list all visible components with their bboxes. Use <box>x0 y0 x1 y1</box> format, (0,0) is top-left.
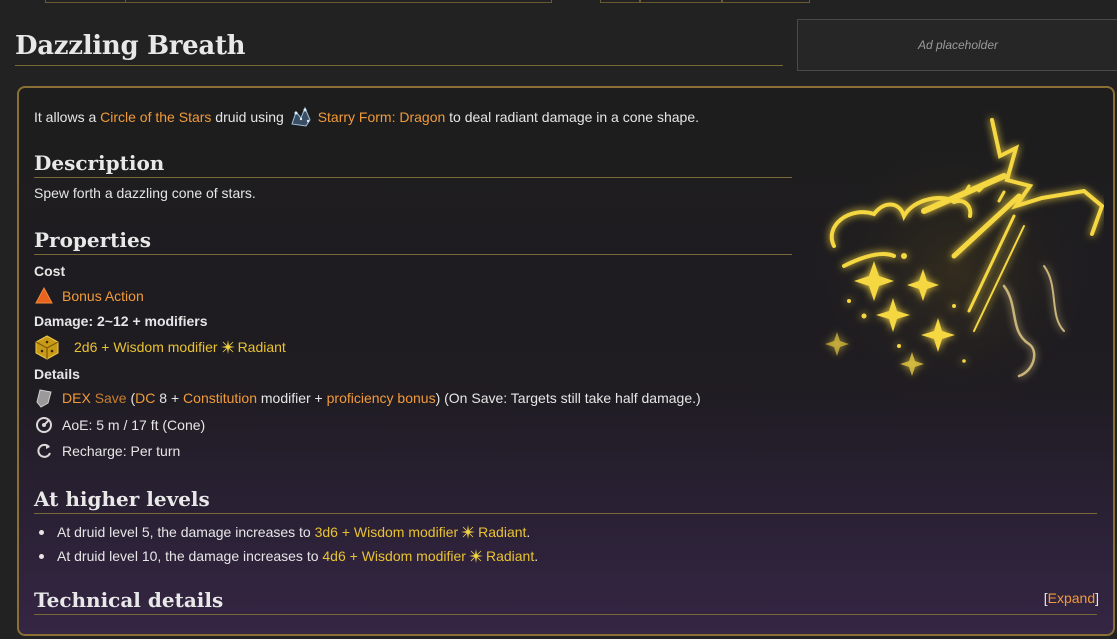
save-rest: ) (On Save: Targets still take half dama… <box>435 390 701 406</box>
radiant-icon <box>461 525 476 539</box>
cost-row: Bonus Action <box>34 286 144 306</box>
recharge-row: Recharge: Per turn <box>34 441 180 461</box>
damage-dice-link[interactable]: 2d6 + Wisdom modifier <box>74 339 218 355</box>
cost-label: Cost <box>34 263 66 279</box>
recharge-icon <box>37 443 51 458</box>
page-title: Dazzling Breath <box>15 31 783 66</box>
nav-tab[interactable] <box>722 0 810 3</box>
level-dice-link[interactable]: 4d6 + Wisdom modifier <box>322 548 466 564</box>
dazzling-breath-icon <box>804 106 1104 406</box>
proficiency-bonus-link[interactable]: proficiency bonus <box>327 390 436 406</box>
level-dice-link[interactable]: 3d6 + Wisdom modifier <box>315 524 459 540</box>
technical-details-heading: Technical details <box>34 588 1097 615</box>
dex-link[interactable]: DEX <box>62 390 91 406</box>
damage-label: Damage: 2~12 + modifiers <box>34 313 208 329</box>
description-heading: Description <box>34 151 792 178</box>
shield-icon <box>36 389 52 408</box>
expand-bracket-close: ] <box>1095 590 1099 606</box>
list-item: At druid level 5, the damage increases t… <box>38 520 538 544</box>
ad-placeholder-text: Ad placeholder <box>917 38 999 52</box>
radiant-damage-link[interactable]: Radiant <box>238 339 286 355</box>
description-text: Spew forth a dazzling cone of stars. <box>34 185 256 201</box>
top-nav-tabs <box>0 0 1117 4</box>
radiant-damage-link[interactable]: Radiant <box>486 548 534 564</box>
radiant-icon <box>220 340 235 354</box>
nav-tab[interactable] <box>640 0 722 3</box>
dc-link[interactable]: DC <box>135 390 155 406</box>
properties-heading: Properties <box>34 228 792 255</box>
spell-intro: It allows a Circle of the Stars druid us… <box>34 104 699 130</box>
level-end: . <box>526 524 531 540</box>
intro-prefix: It allows a <box>34 109 97 125</box>
intro-middle: druid using <box>215 109 284 125</box>
ad-placeholder: Ad placeholder <box>797 19 1117 71</box>
higher-levels-list: At druid level 5, the damage increases t… <box>38 520 539 568</box>
bonus-action-triangle-icon <box>35 286 53 304</box>
nav-tab[interactable] <box>45 0 126 3</box>
intro-suffix: to deal radiant damage in a cone shape. <box>449 109 700 125</box>
radiant-damage-link[interactable]: Radiant <box>478 524 526 540</box>
save-row: DEX Save (DC 8 + Constitution modifier +… <box>34 388 701 408</box>
level-prefix: At druid level 5, the damage increases t… <box>57 524 311 540</box>
save-link[interactable]: Save <box>95 390 127 406</box>
nav-tab[interactable] <box>125 0 552 3</box>
level-prefix: At druid level 10, the damage increases … <box>57 548 319 564</box>
aoe-icon <box>36 417 52 433</box>
bonus-action-link[interactable]: Bonus Action <box>62 288 144 304</box>
constitution-link[interactable]: Constitution <box>183 390 257 406</box>
damage-row: 2d6 + Wisdom modifier Radiant <box>34 334 286 360</box>
higher-levels-heading: At higher levels <box>34 487 1097 514</box>
details-label: Details <box>34 366 80 382</box>
expand-toggle[interactable]: [Expand] <box>1044 590 1099 606</box>
expand-link[interactable]: Expand <box>1048 590 1095 606</box>
dc-value: 8 + <box>159 390 180 406</box>
aoe-text: AoE: 5 m / 17 ft (Cone) <box>62 417 206 433</box>
starry-form-dragon-icon[interactable] <box>288 104 314 130</box>
level-end: . <box>534 548 539 564</box>
subclass-link[interactable]: Circle of the Stars <box>100 109 211 125</box>
nav-tab[interactable] <box>600 0 640 3</box>
spell-infobox: It allows a Circle of the Stars druid us… <box>17 86 1115 636</box>
modifier-text: modifier + <box>260 390 323 406</box>
aoe-row: AoE: 5 m / 17 ft (Cone) <box>34 415 205 435</box>
starry-form-link[interactable]: Starry Form: Dragon <box>318 109 446 125</box>
radiant-icon <box>468 549 483 563</box>
list-item: At druid level 10, the damage increases … <box>38 544 539 568</box>
recharge-text: Recharge: Per turn <box>62 443 181 459</box>
dice-icon <box>35 335 59 360</box>
